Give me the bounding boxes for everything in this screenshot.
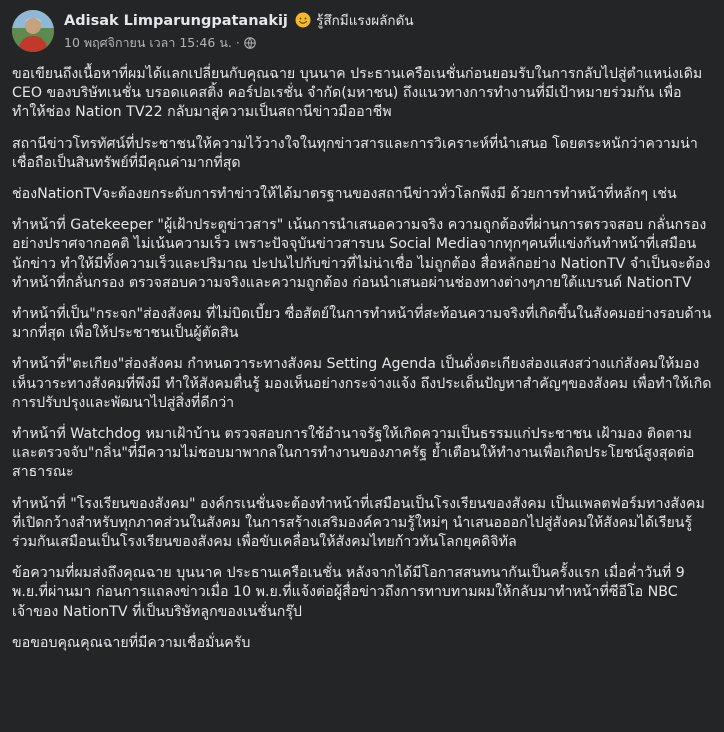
post-paragraph: สถานีข่าวโทรทัศน์ที่ประชาชนให้ความไว้วาง…: [12, 135, 698, 171]
post-paragraph: ทำหน้าที่"ตะเกียง"ส่องสังคม กำหนดวาระทาง…: [12, 356, 712, 411]
post-paragraph: ทำหน้าที่ "โรงเรียนของสังคม" องค์กรเนชั่…: [12, 495, 705, 551]
post-paragraph: ขอเขียนถึงเนื้อหาที่ผมได้แลกเปลี่ยนกับคุ…: [12, 66, 703, 121]
post-body: ขอเขียนถึงเนื้อหาที่ผมได้แลกเปลี่ยนกับคุ…: [12, 65, 712, 665]
meta-separator: ·: [235, 35, 240, 50]
avatar-photo: [12, 10, 54, 52]
author-name[interactable]: Adisak Limparungpatanakij: [64, 13, 288, 29]
post-paragraph: ทำหน้าที่เป็น"กระจก"ส่องสังคม ที่ไม่บิดเ…: [12, 306, 712, 342]
feeling-text: รู้สึกมีแรงผลักดัน: [316, 13, 414, 29]
globe-icon[interactable]: [244, 37, 256, 49]
post-header: Adisak Limparungpatanakij รู้สึกมีแรงผลั…: [12, 10, 712, 56]
author-line: Adisak Limparungpatanakij รู้สึกมีแรงผลั…: [64, 12, 414, 31]
author-avatar[interactable]: [12, 10, 54, 52]
post-paragraph: ข้อความที่ผมส่งถึงคุณฉาย บุนนาค ประธานเค…: [12, 565, 685, 620]
post-timestamp[interactable]: 10 พฤศจิกายน เวลา 15:46 น.: [64, 35, 232, 50]
facebook-post: Adisak Limparungpatanakij รู้สึกมีแรงผลั…: [0, 0, 724, 732]
post-paragraph: ทำหน้าที่ Gatekeeper "ผู้เฝ้าประตูข่าวสา…: [12, 217, 711, 291]
smiling-face-icon: [295, 12, 311, 28]
post-meta: 10 พฤศจิกายน เวลา 15:46 น. ·: [64, 35, 256, 51]
post-paragraph: ช่องNationTVจะต้องยกระดับการทำข่าวให้ได้…: [12, 186, 677, 203]
post-paragraph: ขอขอบคุณคุณฉายที่มีความเชื่อมั่นครับ: [12, 634, 251, 651]
post-paragraph: ทำหน้าที่ Watchdog หมาเฝ้าบ้าน ตรวจสอบกา…: [12, 426, 695, 481]
